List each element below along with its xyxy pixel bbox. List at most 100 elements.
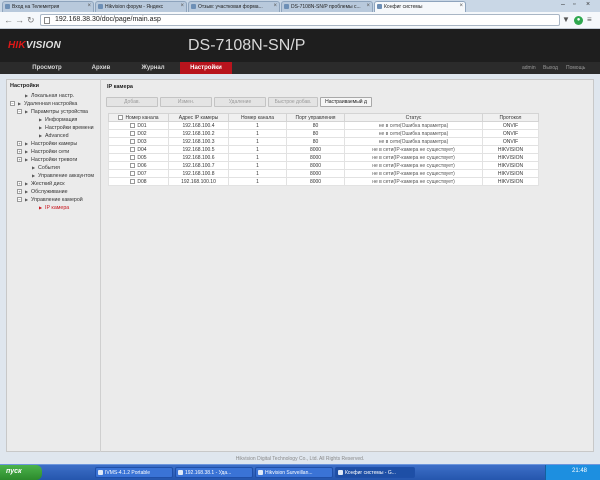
extension-icon[interactable]: ● [574,16,583,25]
sidebar-item[interactable]: ▶ События [8,164,100,172]
row-checkbox[interactable] [130,170,136,176]
maximize-icon[interactable]: ▫ [573,1,575,8]
collapse-icon[interactable]: − [10,101,15,106]
custom-add-button[interactable]: Настраиваемый д [320,97,372,107]
close-tab-icon[interactable]: × [87,3,91,9]
windows-taskbar: пуск IVMS-4.1.2 Portable 192.168.38.1 - … [0,464,600,480]
sidebar-item[interactable]: − ▶ Параметры устройства [8,108,100,116]
sidebar-item[interactable]: ▶ Управление аккаунтом [8,172,100,180]
sidebar-item-label: Настройки камеры [31,141,78,147]
delete-button[interactable]: Удаление [214,97,266,107]
row-checkbox[interactable] [130,122,136,128]
sidebar-item[interactable]: + ▶ Обслуживание [8,188,100,196]
close-window-icon[interactable]: × [586,1,590,8]
close-tab-icon[interactable]: × [459,3,463,9]
table-row[interactable]: D03 192.168.100.3 1 80 не в сети(Ошибка пара… [108,137,539,146]
table-row[interactable]: D07 192.168.100.8 1 8000 не в сети(IP-камера… [108,169,539,178]
row-checkbox[interactable] [130,154,136,160]
settings-sidebar: Настройки ▶ Локальная настр. − ▶ Удаленная н… [6,79,101,452]
sidebar-item-label: Параметры устройства [31,109,88,115]
sidebar-item[interactable]: + ▶ Жесткий диск [8,180,100,188]
close-tab-icon[interactable]: × [180,3,184,9]
sidebar-item[interactable]: ▶ Информация [8,116,100,124]
table-row[interactable]: D08 192.168.100.10 1 8000 не в сети(IP-камер… [108,177,539,186]
column-header-channel[interactable]: Номер канала [108,113,169,122]
filter-icon[interactable]: ▼ [562,15,570,24]
sidebar-item[interactable]: − ▶ Управление камерой [8,196,100,204]
browser-tab-1[interactable]: Вход на Телеметрия × [2,1,94,12]
expand-icon[interactable]: + [17,157,22,162]
modify-button[interactable]: Измен. [160,97,212,107]
browser-tab-4[interactable]: DS-7108N-SN/P проблемы с... × [281,1,373,12]
user-name-link[interactable]: admin [522,65,536,71]
column-header-channel-no[interactable]: Номер канала [228,113,287,122]
cell-port: 8000 [286,169,345,178]
table-row[interactable]: D02 192.168.100.2 1 80 не в сети(Ошибка пара… [108,129,539,138]
nav-log[interactable]: Журнал [126,62,180,74]
cell-status: не в сети(IP-камера не существует) [344,145,483,154]
back-icon[interactable]: ← [4,15,13,25]
row-checkbox[interactable] [130,146,136,152]
column-header-protocol[interactable]: Протокол [482,113,539,122]
table-row[interactable]: D04 192.168.100.5 1 8000 не в сети(IP-камера… [108,145,539,154]
expand-icon[interactable]: + [17,189,22,194]
menu-icon[interactable]: ≡ [587,15,592,24]
collapse-icon[interactable]: − [17,109,22,114]
tree-arrow-icon: ▶ [39,205,43,210]
panel-title: IP камера [107,84,133,90]
cell-protocol: HIKVISION [482,177,539,186]
table-row[interactable]: D06 192.168.100.7 1 8000 не в сети(IP-камера… [108,161,539,170]
expand-icon[interactable]: + [17,181,22,186]
sidebar-item[interactable]: + ▶ Настройки сети [8,148,100,156]
cell-ip: 192.168.100.7 [168,161,229,170]
expand-icon[interactable]: + [17,149,22,154]
quick-add-button[interactable]: Быстрое добав. [268,97,318,107]
sidebar-item[interactable]: − ▶ Удаленная настройка [8,100,100,108]
table-row[interactable]: D01 192.168.100.4 1 80 не в сети(Ошибка пара… [108,121,539,130]
minimize-icon[interactable]: – [561,1,565,8]
sidebar-item[interactable]: ▶ Advanced [8,132,100,140]
cell-text: не в сети(IP-камера не существует) [372,178,455,185]
select-all-checkbox[interactable] [118,114,124,120]
sidebar-item[interactable]: + ▶ Настройки камеры [8,140,100,148]
collapse-icon[interactable]: − [17,197,22,202]
start-button[interactable]: пуск [0,465,42,480]
address-bar[interactable]: 192.168.38.30/doc/page/main.asp [40,14,560,26]
taskbar-item-4[interactable]: Конфиг системы - G... [335,467,415,478]
nav-live-view[interactable]: Просмотр [18,62,76,74]
column-header-ip[interactable]: Адрес IP камеры [168,113,229,122]
row-checkbox[interactable] [130,178,136,184]
sidebar-item-label: События [38,165,60,171]
table-row[interactable]: D05 192.168.100.6 1 8000 не в сети(IP-камера… [108,153,539,162]
add-button[interactable]: Добав. [106,97,158,107]
browser-tab-3[interactable]: Отзыв: участковая форма... × [188,1,280,12]
sidebar-item[interactable]: ▶ Настройки времени [8,124,100,132]
column-header-status[interactable]: Статус [344,113,483,122]
cell-status: не в сети(IP-камера не существует) [344,161,483,170]
column-header-port[interactable]: Порт управления [286,113,345,122]
help-link[interactable]: Помощь [566,65,585,71]
reload-icon[interactable]: ↻ [27,15,35,26]
browser-tab-5[interactable]: Конфиг системы × [374,1,466,12]
sidebar-item[interactable]: + ▶ Настройки тревоги [8,156,100,164]
close-tab-icon[interactable]: × [273,3,277,9]
cell-text: 8000 [309,170,322,177]
taskbar-item-1[interactable]: IVMS-4.1.2 Portable [95,467,173,478]
cell-text: 192.168.100.2 [182,130,215,137]
expand-icon[interactable]: + [17,141,22,146]
forward-icon[interactable]: → [15,15,24,25]
row-checkbox[interactable] [130,138,136,144]
nav-playback[interactable]: Архив [76,62,126,74]
row-checkbox[interactable] [130,130,136,136]
logout-link[interactable]: Выход [543,65,558,71]
browser-tab-2[interactable]: Hikvision форум - Яндекс × [95,1,187,12]
row-checkbox[interactable] [130,162,136,168]
nav-configuration[interactable]: Настройки [180,62,232,74]
taskbar-item-2[interactable]: 192.168.38.1 - Уда... [175,467,253,478]
close-tab-icon[interactable]: × [366,3,370,9]
sidebar-item[interactable]: ▶ Локальная настр. [8,92,100,100]
sidebar-item[interactable]: ▶ IP камера [8,204,100,212]
taskbar-item-3[interactable]: Hikvision Surveillan... [255,467,333,478]
cell-text: 1 [256,178,259,185]
cell-text: D04 [137,146,147,153]
